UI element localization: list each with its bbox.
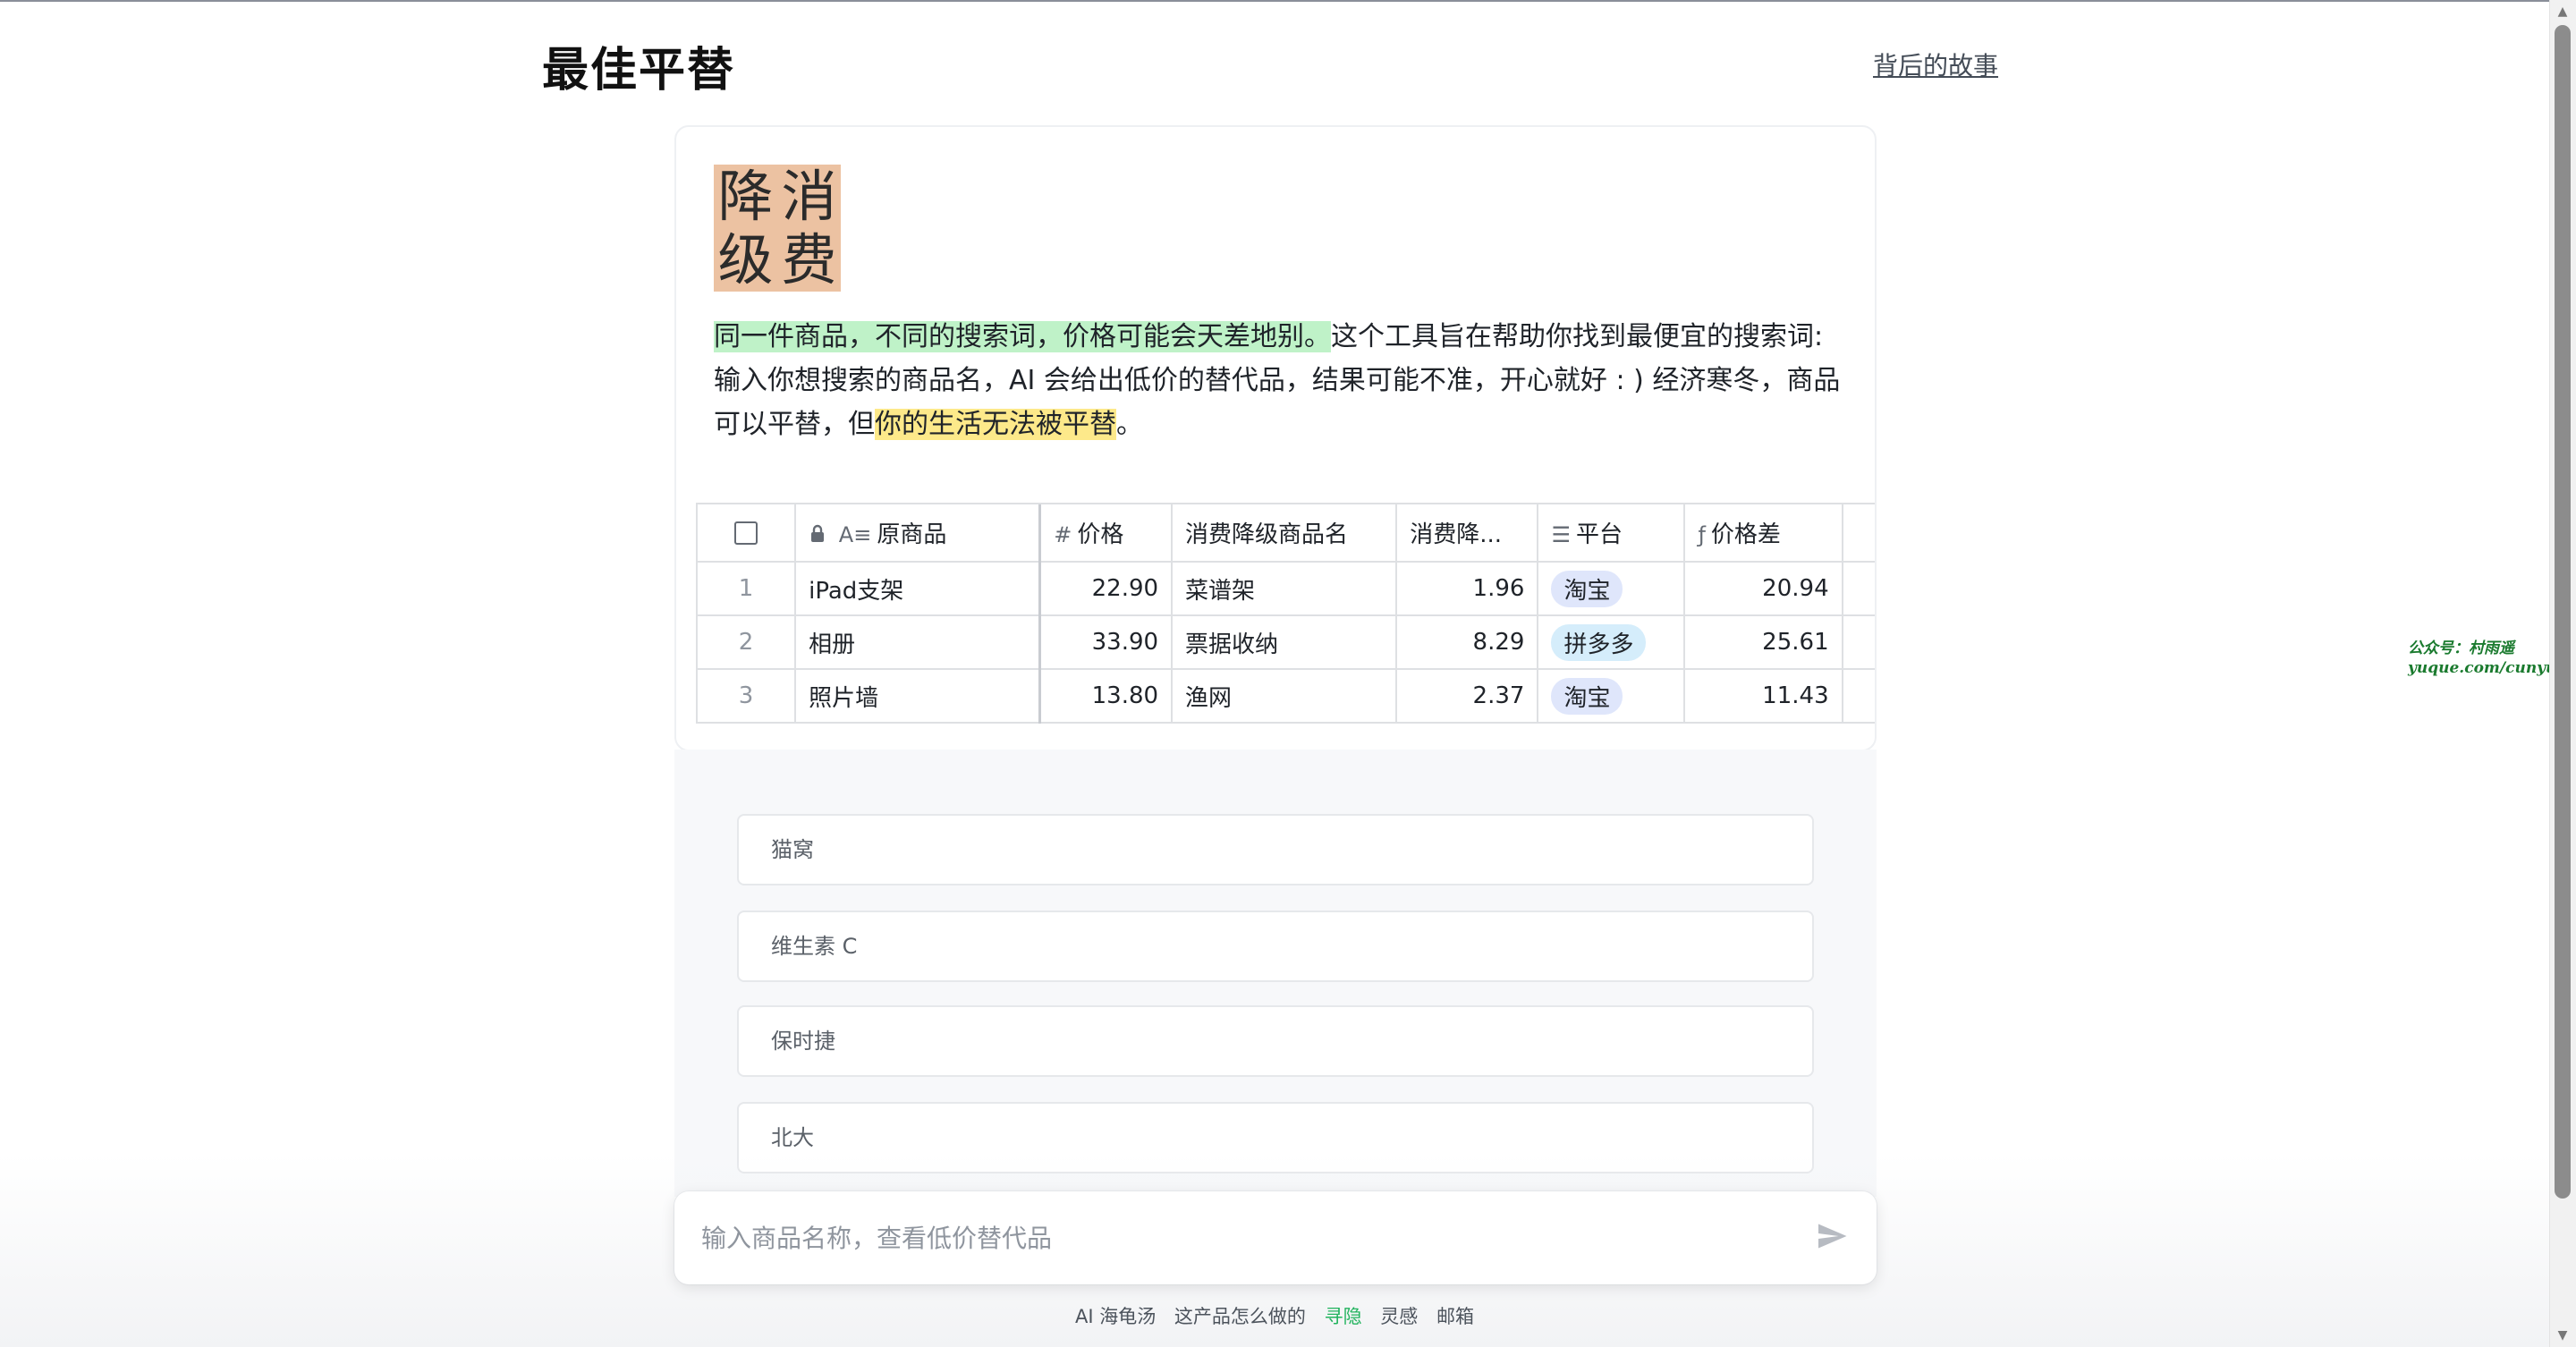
chat-input-box bbox=[674, 1191, 1877, 1284]
scroll-up-arrow-icon[interactable]: ▲ bbox=[2555, 5, 2570, 18]
footer-link-how-made[interactable]: 这产品怎么做的 bbox=[1174, 1306, 1306, 1327]
select-all-cell[interactable] bbox=[696, 504, 797, 563]
logo-char: 降 bbox=[717, 163, 774, 229]
text-field-icon: A≡ bbox=[838, 522, 872, 547]
cell-platform[interactable]: 淘宝 bbox=[1538, 669, 1686, 724]
cell-price[interactable]: 13.80 bbox=[1039, 669, 1174, 724]
cell-platform[interactable]: 淘宝 bbox=[1538, 562, 1686, 616]
product-search-input[interactable] bbox=[699, 1213, 1773, 1263]
formula-field-icon: ƒ bbox=[1698, 522, 1706, 547]
cell-platform[interactable]: 拼多多 bbox=[1538, 615, 1686, 670]
intro-highlight-green: 同一件商品，不同的搜索词，价格可能会天差地别。 bbox=[714, 321, 1331, 352]
column-header-downgrade-price[interactable]: 消费降... bbox=[1396, 504, 1539, 563]
cell-price-diff[interactable]: 20.94 bbox=[1684, 562, 1843, 616]
footer-link-ai-turtle-soup[interactable]: AI 海龟汤 bbox=[1075, 1306, 1156, 1327]
suggestion-area: 猫窝 维生素 C 保时捷 北大 bbox=[674, 750, 1877, 1197]
platform-tag: 淘宝 bbox=[1551, 677, 1623, 715]
intro-highlight-yellow: 你的生活无法被平替 bbox=[875, 409, 1116, 440]
table-row[interactable]: 3 照片墙 13.80 渔网 2.37 淘宝 11.43 bbox=[696, 669, 1875, 724]
suggestion-item[interactable]: 北大 bbox=[737, 1102, 1814, 1173]
cell-original[interactable]: iPad支架 bbox=[795, 562, 1042, 616]
example-table[interactable]: A≡ 原商品 # 价格 消费降级商品名 消费降... ☰ 平台 ƒ 价格差 1 iPad支… bbox=[696, 503, 1875, 737]
row-index[interactable]: 2 bbox=[696, 615, 797, 670]
platform-tag: 拼多多 bbox=[1551, 623, 1647, 661]
logo-char: 费 bbox=[781, 226, 837, 292]
column-header-downgrade-name[interactable]: 消费降级商品名 bbox=[1172, 504, 1398, 563]
logo-char: 消 bbox=[781, 163, 837, 229]
row-index[interactable]: 3 bbox=[696, 669, 797, 724]
cell-empty[interactable] bbox=[1842, 669, 1875, 724]
cell-price-diff[interactable]: 25.61 bbox=[1684, 615, 1843, 670]
intro-card: 降 消 级 费 同一件商品，不同的搜索词，价格可能会天差地别。这个工具旨在帮助你… bbox=[674, 125, 1877, 751]
logo-char: 级 bbox=[717, 226, 774, 292]
lock-icon bbox=[809, 522, 834, 547]
cell-price-diff[interactable]: 11.43 bbox=[1684, 669, 1843, 724]
suggestion-item[interactable]: 猫窝 bbox=[737, 814, 1814, 885]
select-field-icon: ☰ bbox=[1551, 522, 1571, 547]
suggestion-item[interactable]: 保时捷 bbox=[737, 1005, 1814, 1077]
column-header-original[interactable]: A≡ 原商品 bbox=[795, 504, 1042, 563]
scrollbar-thumb[interactable] bbox=[2555, 25, 2571, 1199]
cell-price[interactable]: 22.90 bbox=[1039, 562, 1174, 616]
footer-link-xunyin[interactable]: 寻隐 bbox=[1325, 1306, 1362, 1327]
cell-empty[interactable] bbox=[1842, 615, 1875, 670]
table-header-row: A≡ 原商品 # 价格 消费降级商品名 消费降... ☰ 平台 ƒ 价格差 bbox=[696, 504, 1875, 563]
table-row[interactable]: 1 iPad支架 22.90 菜谱架 1.96 淘宝 20.94 bbox=[696, 562, 1875, 616]
send-icon[interactable] bbox=[1816, 1220, 1852, 1256]
footer: AI 海龟汤 这产品怎么做的 寻隐 灵感 邮箱 bbox=[0, 1302, 2549, 1329]
cell-original[interactable]: 相册 bbox=[795, 615, 1042, 670]
window-top-border bbox=[0, 0, 2576, 2]
page-title: 最佳平替 bbox=[542, 44, 736, 97]
cell-downgrade-price[interactable]: 2.37 bbox=[1396, 669, 1539, 724]
logo: 降 消 级 费 bbox=[714, 165, 841, 292]
cell-downgrade-price[interactable]: 1.96 bbox=[1396, 562, 1539, 616]
cell-price[interactable]: 33.90 bbox=[1039, 615, 1174, 670]
column-header-add[interactable] bbox=[1842, 504, 1875, 563]
cell-downgrade-name[interactable]: 菜谱架 bbox=[1172, 562, 1398, 616]
footer-link-email[interactable]: 邮箱 bbox=[1436, 1306, 1474, 1327]
cell-downgrade-price[interactable]: 8.29 bbox=[1396, 615, 1539, 670]
intro-end: 。 bbox=[1116, 409, 1143, 440]
scroll-down-arrow-icon[interactable]: ▼ bbox=[2555, 1329, 2570, 1342]
intro-text: 同一件商品，不同的搜索词，价格可能会天差地别。这个工具旨在帮助你找到最便宜的搜索… bbox=[714, 315, 1841, 446]
story-link[interactable]: 背后的故事 bbox=[1873, 47, 1998, 82]
suggestion-item[interactable]: 维生素 C bbox=[737, 911, 1814, 982]
column-header-price-diff[interactable]: ƒ 价格差 bbox=[1684, 504, 1843, 563]
select-all-checkbox[interactable] bbox=[734, 521, 758, 545]
column-header-platform[interactable]: ☰ 平台 bbox=[1538, 504, 1686, 563]
table-row[interactable]: 2 相册 33.90 票据收纳 8.29 拼多多 25.61 bbox=[696, 615, 1875, 670]
footer-link-inspiration[interactable]: 灵感 bbox=[1380, 1306, 1418, 1327]
platform-tag: 淘宝 bbox=[1551, 570, 1623, 607]
cell-downgrade-name[interactable]: 票据收纳 bbox=[1172, 615, 1398, 670]
row-index[interactable]: 1 bbox=[696, 562, 797, 616]
number-field-icon: # bbox=[1054, 522, 1072, 547]
column-header-price[interactable]: # 价格 bbox=[1039, 504, 1174, 563]
cell-downgrade-name[interactable]: 渔网 bbox=[1172, 669, 1398, 724]
cell-original[interactable]: 照片墙 bbox=[795, 669, 1042, 724]
cell-empty[interactable] bbox=[1842, 562, 1875, 616]
